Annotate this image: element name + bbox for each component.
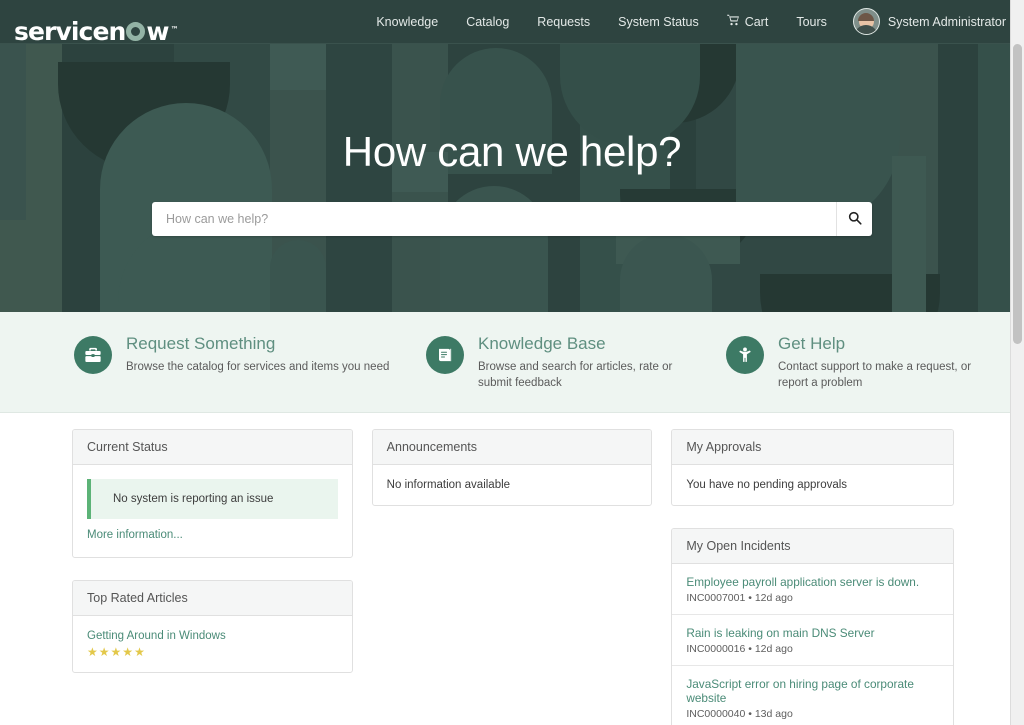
- panel-title: Top Rated Articles: [73, 580, 352, 616]
- star-icon: ★: [87, 644, 98, 659]
- status-badge: No system is reporting an issue: [87, 478, 338, 519]
- more-information-link[interactable]: More information...: [87, 529, 183, 541]
- nav-item-cart[interactable]: Cart: [713, 0, 783, 44]
- meta-separator: •: [748, 707, 752, 720]
- incident-meta: INC0007001 • 12d ago: [686, 592, 939, 604]
- announcements-message: No information available: [386, 478, 511, 491]
- main-content: Current Status No system is reporting an…: [0, 413, 1024, 725]
- panel-title: My Approvals: [672, 429, 953, 465]
- incident-age: 12d ago: [754, 591, 793, 604]
- list-item[interactable]: Rain is leaking on main DNS Server INC00…: [672, 615, 953, 666]
- search-bar: [152, 202, 872, 236]
- top-navigation-bar: servicen w ™ Knowledge Catalog Requests Sy…: [0, 0, 1024, 44]
- nav-item-tours[interactable]: Tours: [782, 0, 841, 44]
- logo-trademark: ™: [170, 24, 179, 34]
- incident-link[interactable]: Employee payroll application server is d…: [686, 575, 939, 589]
- panel-current-status: Current Status No system is reporting an…: [72, 428, 353, 558]
- hero-banner: How can we help?: [0, 44, 1024, 312]
- star-icon: ★: [134, 644, 145, 659]
- approvals-message: You have no pending approvals: [686, 478, 848, 491]
- service-portal-page: servicen w ™ Knowledge Catalog Requests Sy…: [0, 0, 1024, 725]
- meta-separator: •: [748, 642, 752, 655]
- quick-link-description: Contact support to make a request, or re…: [778, 360, 972, 390]
- page-scrollbar[interactable]: [1010, 0, 1024, 725]
- incident-number: INC0000016: [686, 642, 746, 655]
- left-column: Current Status No system is reporting an…: [72, 428, 353, 673]
- user-name-label: System Administrator: [887, 14, 1006, 29]
- quick-link-title[interactable]: Get Help: [778, 334, 988, 354]
- star-icon: ★: [122, 644, 134, 659]
- nav-item-knowledge[interactable]: Knowledge: [362, 0, 452, 44]
- scrollbar-thumb[interactable]: [1013, 44, 1022, 344]
- servicenow-logo[interactable]: servicen w ™: [14, 0, 179, 46]
- avatar: [852, 8, 880, 35]
- logo-o-icon: [126, 21, 146, 41]
- panel-title: My Open Incidents: [672, 528, 953, 564]
- quick-link-description: Browse the catalog for services and item…: [126, 360, 390, 373]
- nav-item-system-status[interactable]: System Status: [604, 0, 713, 44]
- cart-icon: [726, 0, 740, 44]
- logo-text-before: servicen: [14, 16, 126, 46]
- incident-link[interactable]: JavaScript error on hiring page of corpo…: [686, 677, 939, 705]
- quick-link-request-something[interactable]: Request Something Browse the catalog for…: [56, 334, 408, 392]
- nav-item-catalog[interactable]: Catalog: [452, 0, 523, 44]
- right-column: My Approvals You have no pending approva…: [671, 428, 954, 725]
- person-help-icon: [726, 336, 764, 374]
- nav-item-cart-label: Cart: [744, 14, 769, 29]
- page-title: How can we help?: [342, 128, 682, 175]
- user-menu[interactable]: System Administrator: [841, 8, 1010, 35]
- panel-my-approvals: My Approvals You have no pending approva…: [671, 428, 954, 506]
- list-item[interactable]: JavaScript error on hiring page of corpo…: [672, 666, 953, 725]
- article-link[interactable]: Getting Around in Windows: [87, 630, 338, 642]
- article-rating-stars: ★ ★ ★ ★ ★: [87, 646, 338, 658]
- incident-number: INC0007001: [686, 591, 746, 604]
- panel-announcements: Announcements No information available: [371, 428, 653, 506]
- book-icon: [426, 336, 464, 374]
- quick-link-knowledge-base[interactable]: Knowledge Base Browse and search for art…: [408, 334, 708, 392]
- middle-column: Announcements No information available: [371, 428, 653, 506]
- incident-age: 12d ago: [754, 642, 793, 655]
- panel-title: Announcements: [372, 429, 652, 465]
- logo-text-after: w: [146, 16, 169, 46]
- quick-link-description: Browse and search for articles, rate or …: [478, 360, 673, 390]
- incident-number: INC0000040: [686, 707, 746, 720]
- nav-item-requests[interactable]: Requests: [523, 0, 604, 44]
- quick-link-get-help[interactable]: Get Help Contact support to make a reque…: [708, 334, 998, 392]
- incident-meta: INC0000040 • 13d ago: [686, 708, 939, 720]
- search-input[interactable]: [152, 202, 836, 236]
- incident-link[interactable]: Rain is leaking on main DNS Server: [686, 626, 939, 640]
- quick-link-title[interactable]: Request Something: [126, 334, 398, 354]
- quick-link-title[interactable]: Knowledge Base: [478, 334, 698, 354]
- incident-meta: INC0000016 • 12d ago: [686, 643, 939, 655]
- meta-separator: •: [748, 591, 752, 604]
- panel-top-rated-articles: Top Rated Articles Getting Around in Win…: [72, 579, 353, 673]
- panel-title: Current Status: [73, 429, 352, 465]
- star-icon: ★: [98, 644, 110, 659]
- nav-links: Knowledge Catalog Requests System Status…: [362, 0, 1010, 44]
- search-icon: [848, 211, 862, 228]
- list-item[interactable]: Employee payroll application server is d…: [672, 564, 953, 615]
- search-button[interactable]: [836, 202, 872, 236]
- star-icon: ★: [110, 644, 122, 659]
- panel-my-open-incidents: My Open Incidents Employee payroll appli…: [671, 527, 954, 725]
- incident-age: 13d ago: [754, 707, 793, 720]
- briefcase-icon: [74, 336, 112, 374]
- quick-links-section: Request Something Browse the catalog for…: [0, 312, 1024, 413]
